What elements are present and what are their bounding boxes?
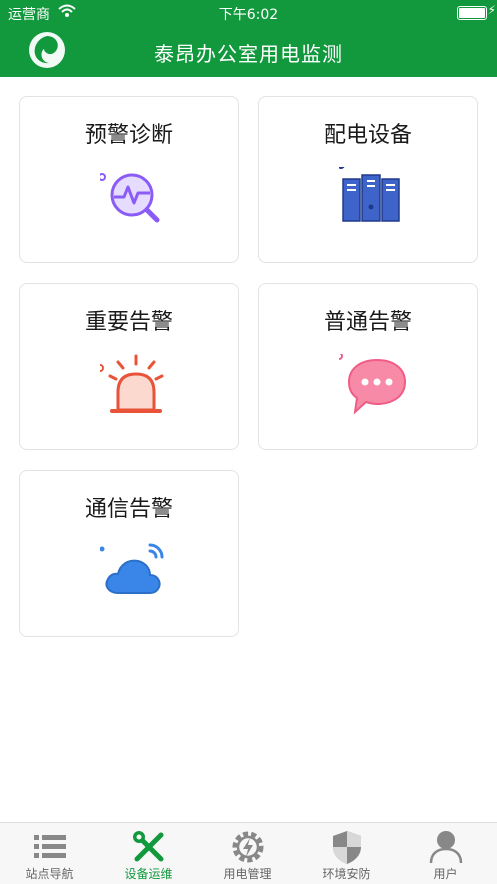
card-label: 重要告警 <box>84 310 173 335</box>
card-communication-alarm[interactable]: 通信告警 <box>19 470 239 637</box>
tab-user[interactable]: 用户 <box>396 823 495 884</box>
app-header: 运营商 下午6:02 ⚡ 泰昂办公室用电监测 <box>0 0 497 77</box>
chat-bubble-icon <box>339 354 407 415</box>
cloud-signal-icon <box>100 543 164 594</box>
tab-label: 设备运维 <box>124 867 173 881</box>
card-critical-alarm[interactable]: 重要告警 <box>19 283 239 450</box>
card-label: 普通告警 <box>323 310 412 335</box>
tab-power-management[interactable]: 用电管理 <box>198 823 297 884</box>
server-rack-icon <box>339 167 400 222</box>
search-pulse-icon <box>100 173 160 223</box>
tab-site-navigation[interactable]: 站点导航 <box>0 823 99 884</box>
charging-icon: ⚡ <box>487 3 496 17</box>
card-warning-diagnosis[interactable]: 预警诊断 <box>19 96 239 263</box>
user-icon <box>429 831 463 864</box>
tab-label: 站点导航 <box>25 867 74 881</box>
tab-label: 用电管理 <box>223 867 272 881</box>
gear-bolt-icon <box>232 831 264 863</box>
list-icon <box>34 835 66 858</box>
tab-label: 用户 <box>433 867 458 881</box>
status-bar: 运营商 下午6:02 ⚡ <box>0 0 497 26</box>
card-label: 通信告警 <box>84 497 173 522</box>
status-time: 下午6:02 <box>218 7 279 23</box>
tab-bar: 站点导航 设备运维 用电管理 环境安防 用户 <box>0 822 497 884</box>
card-distribution-equipment[interactable]: 配电设备 <box>258 96 478 263</box>
battery-icon <box>457 6 487 20</box>
card-normal-alarm[interactable]: 普通告警 <box>258 283 478 450</box>
shield-icon <box>333 831 361 864</box>
card-label: 配电设备 <box>323 123 412 148</box>
page-title: 泰昂办公室用电监测 <box>154 42 343 66</box>
tab-equipment-maintenance[interactable]: 设备运维 <box>99 823 198 884</box>
alarm-light-icon <box>100 354 164 413</box>
card-label: 预警诊断 <box>84 123 173 148</box>
tab-label: 环境安防 <box>322 867 371 881</box>
tools-icon <box>133 831 164 862</box>
tab-environment-security[interactable]: 环境安防 <box>297 823 396 884</box>
